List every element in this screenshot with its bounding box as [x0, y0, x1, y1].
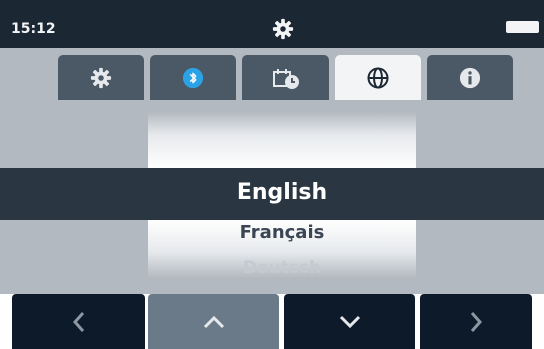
- scroll-down-button[interactable]: [284, 294, 415, 349]
- forward-button[interactable]: [420, 294, 532, 349]
- scroll-up-button[interactable]: [148, 294, 279, 349]
- gear-icon: [90, 67, 112, 88]
- clock: 15:12: [11, 21, 56, 37]
- info-icon: [459, 67, 481, 88]
- tab-settings[interactable]: [58, 55, 144, 100]
- back-button[interactable]: [12, 294, 145, 349]
- chevron-down-icon: [339, 315, 360, 328]
- chevron-up-icon: [203, 315, 224, 328]
- chevron-left-icon: [72, 311, 84, 332]
- battery-icon: [506, 21, 539, 33]
- language-option-next[interactable]: Français: [148, 222, 416, 243]
- globe-icon: [367, 67, 389, 88]
- language-option-selected[interactable]: English: [148, 180, 416, 205]
- language-option-faded[interactable]: Deutsch: [148, 258, 416, 278]
- tab-date-time[interactable]: [242, 55, 329, 100]
- bluetooth-icon: [182, 67, 204, 88]
- tab-language[interactable]: [335, 55, 421, 100]
- picker-upper-gradient: [148, 112, 416, 168]
- date-time-icon: [272, 68, 299, 89]
- gear-icon: [272, 18, 294, 40]
- tab-bluetooth[interactable]: [150, 55, 236, 100]
- tab-info[interactable]: [427, 55, 513, 100]
- chevron-right-icon: [470, 311, 483, 332]
